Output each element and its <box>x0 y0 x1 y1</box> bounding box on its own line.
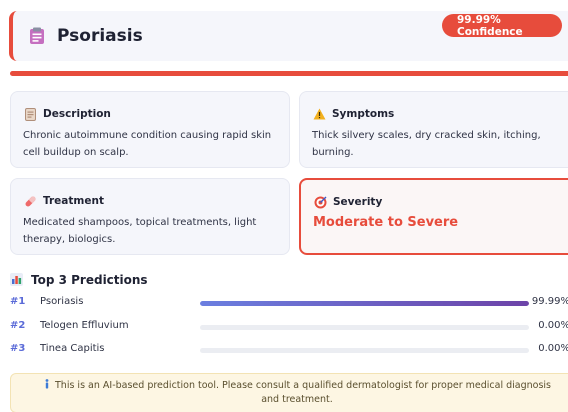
document-icon <box>23 107 37 121</box>
severity-card: Severity Moderate to Severe <box>299 178 568 255</box>
description-heading: Description <box>23 107 111 121</box>
prediction-bar-track <box>200 301 529 306</box>
predictions-title: Top 3 Predictions <box>31 273 148 287</box>
symptoms-title: Symptoms <box>332 108 395 120</box>
treatment-card: Treatment Medicated shampoos, topical tr… <box>10 178 290 255</box>
info-icon <box>43 379 51 389</box>
disclaimer-text: This is an AI-based prediction tool. Ple… <box>55 380 551 405</box>
prediction-bar-track <box>200 325 529 330</box>
prediction-bar-fill <box>200 301 529 306</box>
prediction-rank: #2 <box>10 320 26 331</box>
treatment-title: Treatment <box>43 195 104 207</box>
diagnosis-title: Psoriasis <box>57 26 143 46</box>
symptoms-card: Symptoms Thick silvery scales, dry crack… <box>299 91 568 168</box>
symptoms-heading: Symptoms <box>312 107 394 121</box>
treatment-heading: Treatment <box>23 194 104 208</box>
severity-heading: Severity <box>313 195 382 209</box>
prediction-row: #3 Tinea Capitis 0.00% <box>10 343 568 357</box>
target-icon <box>313 195 327 209</box>
prediction-rank: #3 <box>10 343 26 354</box>
prediction-row: #1 Psoriasis 99.99% <box>10 296 568 310</box>
prediction-bar-track <box>200 348 529 353</box>
pill-icon <box>23 194 37 208</box>
bar-chart-icon <box>10 273 24 287</box>
prediction-name: Telogen Effluvium <box>40 320 129 331</box>
prediction-percent: 0.00% <box>538 343 568 354</box>
prediction-percent: 99.99% <box>531 296 568 307</box>
confidence-badge: 99.99% Confidence <box>442 14 562 38</box>
prediction-name: Psoriasis <box>40 296 84 307</box>
description-text: Chronic autoimmune condition causing rap… <box>23 130 272 158</box>
severity-value: Moderate to Severe <box>313 215 459 230</box>
description-title: Description <box>43 108 111 120</box>
symptoms-text: Thick silvery scales, dry cracked skin, … <box>312 130 541 158</box>
prediction-row: #2 Telogen Effluvium 0.00% <box>10 320 568 334</box>
prediction-name: Tinea Capitis <box>40 343 105 354</box>
clipboard-icon <box>27 26 47 46</box>
warning-icon <box>312 107 326 121</box>
disclaimer-box: This is an AI-based prediction tool. Ple… <box>10 373 568 412</box>
prediction-rank: #1 <box>10 296 26 307</box>
description-card: Description Chronic autoimmune condition… <box>10 91 290 168</box>
severity-title: Severity <box>333 196 383 208</box>
treatment-text: Medicated shampoos, topical treatments, … <box>23 217 257 245</box>
divider-bar <box>10 71 568 76</box>
prediction-percent: 0.00% <box>538 320 568 331</box>
predictions-heading: Top 3 Predictions <box>10 273 148 287</box>
